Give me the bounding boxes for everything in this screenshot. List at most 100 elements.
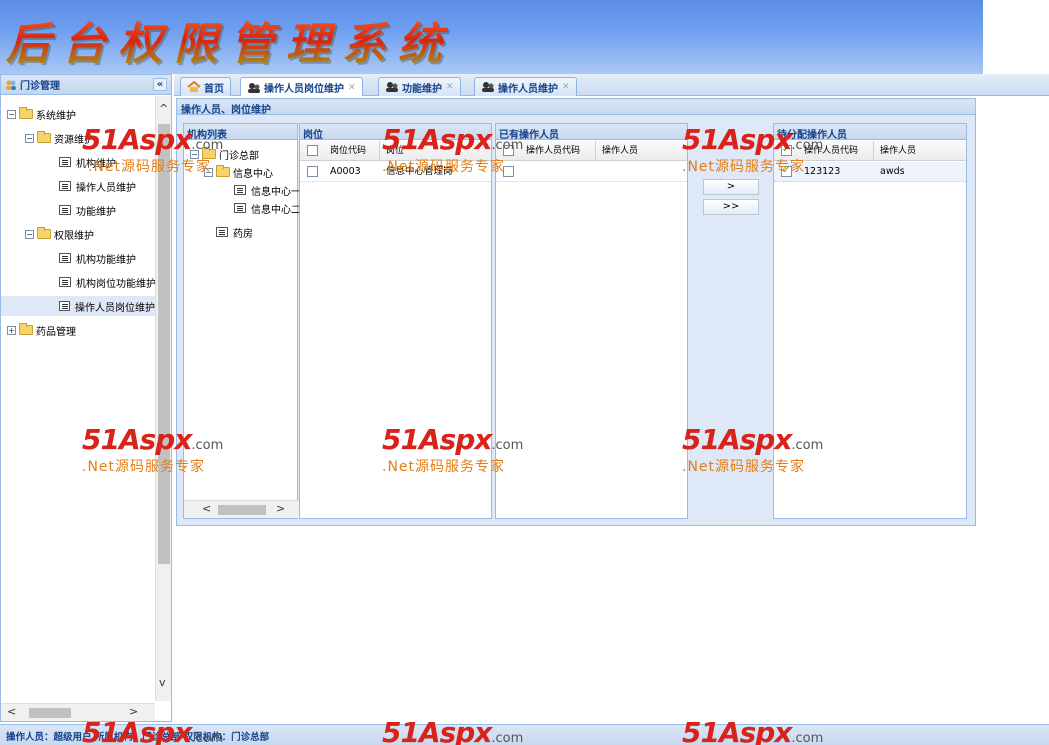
page-icon [59,277,71,287]
page-icon [216,227,228,237]
tree-node-operator[interactable]: 操作人员维护 [59,176,136,196]
app-header: 后台权限管理系统 后台权限管理系统 [0,0,983,74]
org-list-panel: 机构列表 − 门诊总部 − 信息中心 信息中心一 信息中心二 药房 < > [183,123,301,519]
pending-grid-header: 操作人员代码 操作人员 [774,141,966,161]
scrollbar-thumb[interactable] [218,505,266,515]
pending-operator-panel: 待分配操作人员 操作人员代码 操作人员 123123 awds [773,123,967,519]
tab-strip: 首页 操作人员岗位维护 ✕ 功能维护 ✕ 操作人员维护 ✕ [174,74,1049,97]
folder-icon [37,227,51,239]
folder-icon [19,107,33,119]
tree-node-org[interactable]: 机构维护 [59,152,116,172]
post-grid-title: 岗位 [300,124,491,141]
users-icon [5,79,17,91]
row-checkbox[interactable] [307,166,318,177]
folder-icon [37,131,51,143]
scroll-up-icon[interactable]: ^ [159,102,168,115]
column-header[interactable]: 操作人员 [876,141,956,161]
plus-icon[interactable]: + [7,325,16,335]
tree-node-org-function[interactable]: 机构功能维护 [59,248,136,268]
minus-icon[interactable]: − [204,167,213,177]
tree-node-drug[interactable]: + 药品管理 [7,320,76,340]
row-checkbox[interactable] [781,165,792,177]
scrollbar-thumb[interactable] [29,708,71,718]
minus-icon[interactable]: − [190,149,199,159]
scroll-right-icon[interactable]: > [129,705,138,718]
assigned-grid-header: 操作人员代码 操作人员 [496,141,687,161]
column-header[interactable]: 岗位 [382,141,482,161]
nav-tree: − 系统维护 − 资源维护 机构维护 操作人员维护 功能维护 − 权限维护 机构功能维… [1,96,156,701]
move-one-button[interactable]: > [703,179,759,195]
page-icon [59,253,71,263]
column-header[interactable]: 操作人员代码 [800,141,874,161]
west-panel-title: 门诊管理 [20,81,60,92]
tree-node-system[interactable]: − 系统维护 [7,104,76,124]
org-node-hq[interactable]: − 门诊总部 [190,144,259,164]
move-all-button[interactable]: >> [703,199,759,215]
row-checkbox[interactable] [503,166,514,177]
move-button-column: > >> [693,123,769,519]
folder-icon [216,165,230,177]
west-panel: 门诊管理 « − 系统维护 − 资源维护 机构维护 操作人员维护 功能维护 − 权限维… [0,74,172,722]
post-grid-panel: 岗位 岗位代码 岗位 A0003 信息中心管理岗 [299,123,492,519]
org-list-title: 机构列表 [184,124,297,141]
minus-icon[interactable]: − [25,229,34,239]
users-icon [247,82,261,94]
minus-icon[interactable]: − [7,109,16,119]
tab-function[interactable]: 功能维护 ✕ [378,77,461,96]
app-title: 后台权限管理系统 [6,8,454,72]
scroll-down-icon[interactable]: v [159,676,166,689]
folder-icon [202,147,216,159]
assigned-operator-title: 已有操作人员 [496,124,687,141]
scroll-right-icon[interactable]: > [276,502,285,515]
table-row[interactable] [496,162,687,182]
panel-title: 操作人员、岗位维护 [177,99,975,116]
table-row[interactable]: 123123 awds [774,162,966,182]
column-header[interactable]: 操作人员 [598,141,678,161]
collapse-icon[interactable]: « [153,78,167,91]
page-icon [59,181,71,191]
assigned-operator-panel: 已有操作人员 操作人员代码 操作人员 [495,123,688,519]
table-row[interactable]: A0003 信息中心管理岗 [300,162,491,182]
tree-node-org-post-function[interactable]: 机构岗位功能维护 [59,272,156,292]
tab-operator-post[interactable]: 操作人员岗位维护 ✕ [240,77,363,97]
operator-post-panel: 操作人员、岗位维护 机构列表 − 门诊总部 − 信息中心 信息中心一 信息中心二 药… [176,98,976,526]
close-icon[interactable]: ✕ [562,82,570,92]
column-header[interactable]: 操作人员代码 [522,141,596,161]
minus-icon[interactable]: − [25,133,34,143]
org-node-info-center-2[interactable]: 信息中心二 [234,198,301,218]
users-icon [385,81,399,93]
org-node-info-center[interactable]: − 信息中心 [204,162,273,182]
close-icon[interactable]: ✕ [348,83,356,93]
tree-node-permission[interactable]: − 权限维护 [25,224,94,244]
page-icon [59,301,70,311]
users-icon [481,81,495,93]
west-horizontal-scrollbar[interactable]: < > [1,703,155,721]
scroll-left-icon[interactable]: < [7,705,16,718]
west-vertical-scrollbar[interactable]: ^ v [155,96,171,701]
folder-icon [19,323,33,335]
main-content: 操作人员、岗位维护 机构列表 − 门诊总部 − 信息中心 信息中心一 信息中心二 药… [174,96,1049,722]
tree-node-resource[interactable]: − 资源维护 [25,128,94,148]
select-all-checkbox[interactable] [307,145,318,156]
close-icon[interactable]: ✕ [446,82,454,92]
page-icon [234,185,246,195]
page-icon [234,203,246,213]
page-icon [59,205,71,215]
scrollbar-thumb[interactable] [158,124,170,564]
select-all-checkbox[interactable] [503,145,514,156]
column-header[interactable]: 岗位代码 [326,141,380,161]
select-all-checkbox[interactable] [781,144,792,156]
page-icon [59,157,71,167]
pending-operator-title: 待分配操作人员 [774,124,966,141]
west-panel-header: 门诊管理 « [1,75,171,95]
org-node-info-center-1[interactable]: 信息中心一 [234,180,301,200]
tab-operator[interactable]: 操作人员维护 ✕ [474,77,577,96]
home-icon [187,80,201,93]
tree-node-function[interactable]: 功能维护 [59,200,116,220]
scroll-left-icon[interactable]: < [202,502,211,515]
tab-home[interactable]: 首页 [180,77,231,96]
status-bar: 操作人员：超级用户 所属机构：门诊总部 权限机构：门诊总部 [0,724,1049,745]
org-horizontal-scrollbar[interactable]: < > [184,500,299,518]
org-node-pharmacy[interactable]: 药房 [216,222,253,242]
tree-node-operator-post[interactable]: 操作人员岗位维护 [1,296,155,316]
